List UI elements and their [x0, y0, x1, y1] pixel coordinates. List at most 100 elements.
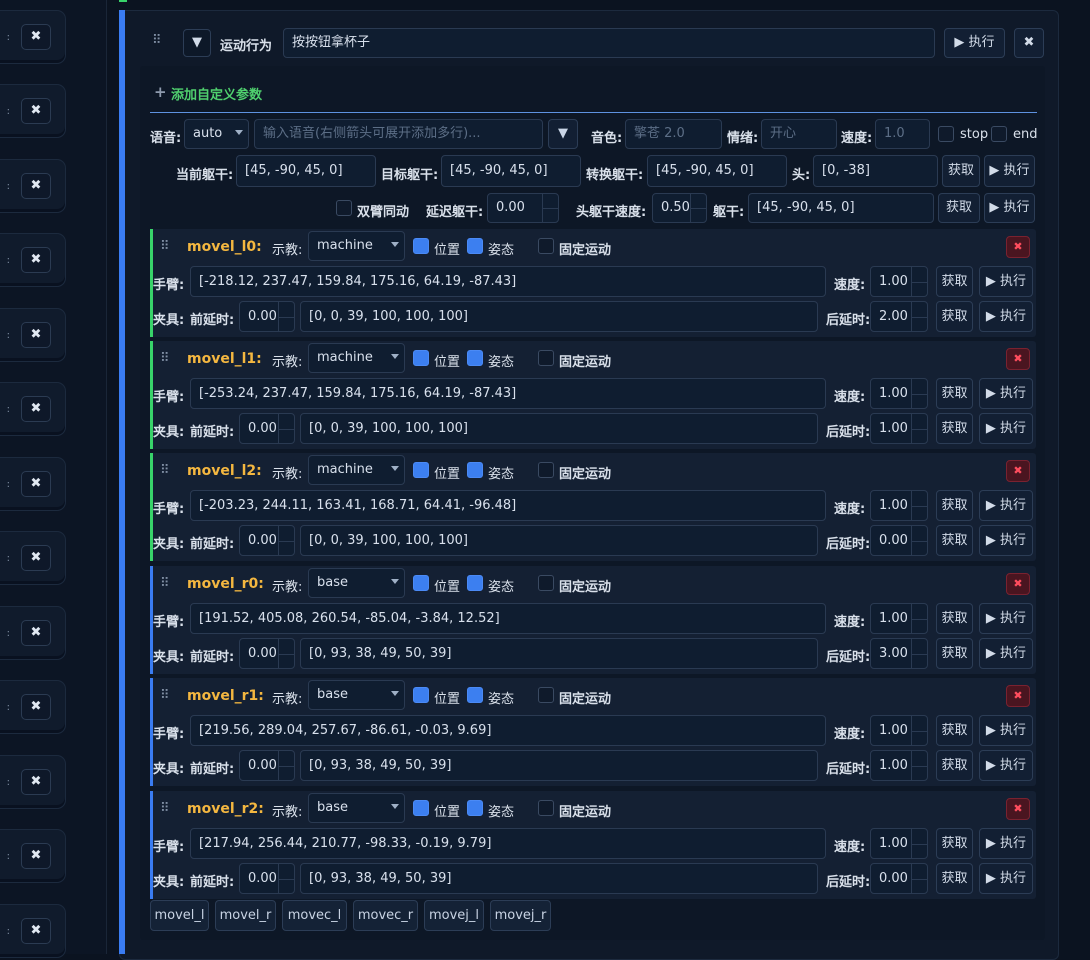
torso-get-button[interactable]: 获取 [942, 155, 980, 187]
target-torso-input[interactable]: [45, -90, 45, 0] [441, 155, 581, 187]
post-delay-input[interactable]: 1.00 [870, 750, 928, 781]
header-close-button[interactable]: ✖ [1014, 28, 1044, 58]
left-list-item[interactable]: : ✖ [0, 904, 66, 958]
arm-get-button[interactable]: 获取 [936, 715, 973, 746]
left-list-item[interactable]: : ✖ [0, 680, 66, 734]
pose-checkbox[interactable] [467, 350, 483, 366]
speed-input[interactable]: 1.00 [870, 603, 928, 634]
left-item-close-button[interactable]: ✖ [21, 769, 51, 795]
gripper-input[interactable]: [0, 93, 38, 49, 50, 39] [300, 863, 818, 894]
arm-get-button[interactable]: 获取 [936, 378, 973, 409]
add-movec-l-button[interactable]: movec_l [282, 900, 347, 931]
torso-input[interactable]: [45, -90, 45, 0] [748, 193, 934, 223]
fixed-motion-checkbox[interactable] [538, 462, 554, 478]
behavior-name-input[interactable]: 按按钮拿杯子 [283, 28, 935, 58]
pre-delay-input[interactable]: 0.00 [239, 301, 295, 332]
left-list-item[interactable]: : ✖ [0, 829, 66, 883]
speed-input[interactable]: 1.00 [870, 266, 928, 297]
delete-movement-button[interactable]: ✖ [1006, 573, 1030, 595]
arm-pose-input[interactable]: [191.52, 405.08, 260.54, -85.04, -3.84, … [190, 603, 826, 634]
left-item-close-button[interactable]: ✖ [21, 98, 51, 124]
drag-handle-icon[interactable]: ⠿ [160, 688, 169, 703]
header-exec-button[interactable]: ▶ 执行 [944, 28, 1005, 58]
teach-mode-select[interactable]: machine [308, 231, 405, 261]
arm-exec-button[interactable]: ▶ 执行 [979, 715, 1033, 746]
left-item-close-button[interactable]: ✖ [21, 24, 51, 50]
pre-delay-input[interactable]: 0.00 [239, 863, 295, 894]
dual-arm-checkbox[interactable] [336, 200, 352, 216]
left-list-item[interactable]: : ✖ [0, 382, 66, 436]
left-item-close-button[interactable]: ✖ [21, 471, 51, 497]
arm-exec-button[interactable]: ▶ 执行 [979, 490, 1033, 521]
voice-lang-select[interactable]: auto [184, 119, 249, 149]
speed-input[interactable]: 1.00 [870, 378, 928, 409]
gripper-input[interactable]: [0, 93, 38, 49, 50, 39] [300, 638, 818, 669]
end-checkbox[interactable] [991, 126, 1007, 142]
gripper-get-button[interactable]: 获取 [936, 525, 973, 556]
post-delay-input[interactable]: 2.00 [870, 301, 928, 332]
torso2-exec-button[interactable]: ▶ 执行 [984, 193, 1035, 223]
teach-mode-select[interactable]: machine [308, 343, 405, 373]
gripper-get-button[interactable]: 获取 [936, 638, 973, 669]
add-movel-l-button[interactable]: movel_l [150, 900, 209, 931]
post-delay-input[interactable]: 0.00 [870, 525, 928, 556]
add-movec-r-button[interactable]: movec_r [353, 900, 418, 931]
fixed-motion-checkbox[interactable] [538, 238, 554, 254]
add-movej-l-button[interactable]: movej_l [424, 900, 484, 931]
fixed-motion-checkbox[interactable] [538, 687, 554, 703]
voice-expand-button[interactable]: ▼ [548, 119, 578, 149]
arm-exec-button[interactable]: ▶ 执行 [979, 378, 1033, 409]
arm-exec-button[interactable]: ▶ 执行 [979, 828, 1033, 859]
head-input[interactable]: [0, -38] [813, 155, 938, 187]
voice-speed-input[interactable]: 1.0 [875, 119, 930, 149]
left-list-item[interactable]: : ✖ [0, 531, 66, 585]
add-movel-r-button[interactable]: movel_r [215, 900, 276, 931]
pose-checkbox[interactable] [467, 800, 483, 816]
fixed-motion-checkbox[interactable] [538, 350, 554, 366]
add-movej-r-button[interactable]: movej_r [490, 900, 551, 931]
position-checkbox[interactable] [413, 350, 429, 366]
drag-handle-icon[interactable]: ⠿ [160, 239, 169, 254]
delete-movement-button[interactable]: ✖ [1006, 236, 1030, 258]
left-list-item[interactable]: : ✖ [0, 10, 66, 64]
left-list-item[interactable]: : ✖ [0, 457, 66, 511]
arm-pose-input[interactable]: [-218.12, 237.47, 159.84, 175.16, 64.19,… [190, 266, 826, 297]
speed-input[interactable]: 1.00 [870, 828, 928, 859]
drag-handle-icon[interactable]: ⠿ [160, 463, 169, 478]
drag-handle-icon[interactable]: ⠿ [160, 351, 169, 366]
arm-get-button[interactable]: 获取 [936, 603, 973, 634]
arm-exec-button[interactable]: ▶ 执行 [979, 603, 1033, 634]
delete-movement-button[interactable]: ✖ [1006, 798, 1030, 820]
pre-delay-input[interactable]: 0.00 [239, 638, 295, 669]
stop-checkbox[interactable] [938, 126, 954, 142]
position-checkbox[interactable] [413, 575, 429, 591]
gripper-get-button[interactable]: 获取 [936, 750, 973, 781]
convert-torso-input[interactable]: [45, -90, 45, 0] [647, 155, 787, 187]
pre-delay-input[interactable]: 0.00 [239, 750, 295, 781]
left-item-close-button[interactable]: ✖ [21, 173, 51, 199]
position-checkbox[interactable] [413, 800, 429, 816]
arm-pose-input[interactable]: [217.94, 256.44, 210.77, -98.33, -0.19, … [190, 828, 826, 859]
left-item-close-button[interactable]: ✖ [21, 322, 51, 348]
position-checkbox[interactable] [413, 687, 429, 703]
arm-get-button[interactable]: 获取 [936, 828, 973, 859]
pose-checkbox[interactable] [467, 575, 483, 591]
gripper-exec-button[interactable]: ▶ 执行 [979, 863, 1033, 894]
speed-input[interactable]: 1.00 [870, 715, 928, 746]
add-custom-param-link[interactable]: 添加自定义参数 [171, 84, 262, 103]
arm-get-button[interactable]: 获取 [936, 490, 973, 521]
left-list-item[interactable]: : ✖ [0, 755, 66, 809]
gripper-exec-button[interactable]: ▶ 执行 [979, 750, 1033, 781]
arm-pose-input[interactable]: [-203.23, 244.11, 163.41, 168.71, 64.41,… [190, 490, 826, 521]
timbre-input[interactable]: 擎苍 2.0 [625, 119, 722, 149]
gripper-get-button[interactable]: 获取 [936, 413, 973, 444]
left-item-close-button[interactable]: ✖ [21, 918, 51, 944]
arm-pose-input[interactable]: [219.56, 289.04, 257.67, -86.61, -0.03, … [190, 715, 826, 746]
left-item-close-button[interactable]: ✖ [21, 545, 51, 571]
gripper-exec-button[interactable]: ▶ 执行 [979, 638, 1033, 669]
post-delay-input[interactable]: 3.00 [870, 638, 928, 669]
teach-mode-select[interactable]: base [308, 680, 405, 710]
gripper-exec-button[interactable]: ▶ 执行 [979, 301, 1033, 332]
teach-mode-select[interactable]: base [308, 568, 405, 598]
post-delay-input[interactable]: 1.00 [870, 413, 928, 444]
